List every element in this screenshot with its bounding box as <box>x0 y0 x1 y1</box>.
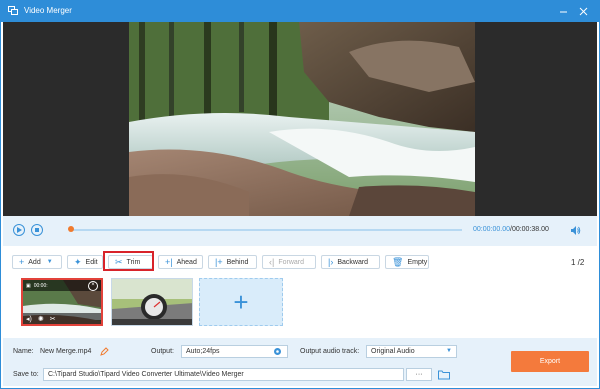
total-time: 00:00:38.00 <box>511 226 549 233</box>
minimize-icon <box>559 11 567 12</box>
film-icon: ▣ <box>26 282 31 289</box>
clip-duration: 00:00: <box>33 282 48 289</box>
volume-icon[interactable] <box>570 225 581 236</box>
empty-label: Empty <box>407 258 428 266</box>
save-path-value: C:\Tipard Studio\Tipard Video Converter … <box>48 371 244 378</box>
trim-highlight-box <box>103 251 154 271</box>
video-preview <box>3 22 597 216</box>
page-indicator: 1 /2 <box>571 258 585 267</box>
current-time: 00:00:00.00 <box>473 226 510 233</box>
insert-ahead-icon: +| <box>165 256 173 267</box>
browse-label: ··· <box>415 371 423 378</box>
minimize-button[interactable] <box>556 4 570 18</box>
empty-button[interactable]: 🗑 Empty <box>385 255 429 269</box>
ahead-button[interactable]: +| Ahead <box>158 255 203 269</box>
chevron-down-icon: ▼ <box>46 259 53 265</box>
audio-track-label: Output audio track: <box>300 348 360 355</box>
edit-label: Edit <box>85 258 98 266</box>
audio-track-select[interactable]: Original Audio ▼ <box>366 345 457 358</box>
clip-thumbnail[interactable]: ▣ 00:00: × ◂) ✺ ✂ <box>21 278 103 326</box>
window-title: Video Merger <box>24 6 72 15</box>
effect-icon[interactable]: ✺ <box>38 315 44 323</box>
preview-frame <box>129 22 475 216</box>
playback-controls: 00:00:00.00/00:00:38.00 <box>3 216 597 246</box>
clip-thumbnail[interactable] <box>111 278 193 326</box>
pencil-icon[interactable] <box>100 347 109 356</box>
behind-button[interactable]: |+ Behind <box>208 255 257 269</box>
scissors-icon[interactable]: ✂ <box>50 315 56 323</box>
app-icon <box>8 6 18 15</box>
name-value: New Merge.mp4 <box>40 348 92 355</box>
backward-label: Backward <box>337 258 369 266</box>
clip-image <box>112 279 192 325</box>
folder-icon[interactable] <box>438 369 450 380</box>
stop-button[interactable] <box>31 224 43 236</box>
backward-icon: |› <box>328 256 334 267</box>
clip-actions: ◂) ✺ ✂ <box>23 313 101 324</box>
add-clip-button[interactable]: + <box>199 278 283 326</box>
name-label: Name: <box>13 348 34 355</box>
backward-button[interactable]: |› Backward <box>321 255 380 269</box>
save-to-label: Save to: <box>13 371 39 378</box>
play-button[interactable] <box>13 224 25 236</box>
close-icon[interactable]: × <box>88 281 98 291</box>
title-bar: Video Merger <box>0 0 600 22</box>
save-path-field[interactable]: C:\Tipard Studio\Tipard Video Converter … <box>43 368 404 381</box>
add-label: Add <box>28 258 41 266</box>
magic-wand-icon: ✦ <box>74 256 82 267</box>
output-format-value: Auto;24fps <box>186 348 220 355</box>
forward-icon: ‹| <box>269 256 275 267</box>
progress-handle[interactable] <box>68 226 74 232</box>
progress-track[interactable] <box>70 229 462 231</box>
time-display: 00:00:00.00/00:00:38.00 <box>473 226 549 233</box>
clip-strip: ▣ 00:00: × ◂) ✺ ✂ + <box>3 274 597 334</box>
ahead-label: Ahead <box>176 258 197 266</box>
trash-icon: 🗑 <box>392 256 404 267</box>
play-icon <box>17 227 22 233</box>
export-button[interactable]: Export <box>511 351 589 372</box>
output-format-field[interactable]: Auto;24fps <box>181 345 288 358</box>
plus-icon: + <box>233 286 249 317</box>
output-label: Output: <box>151 348 174 355</box>
add-button[interactable]: + Add ▼ <box>12 255 62 269</box>
close-button[interactable] <box>576 4 590 18</box>
volume-icon[interactable]: ◂) <box>26 315 32 323</box>
export-label: Export <box>539 358 561 365</box>
forward-label: Forward <box>278 258 305 266</box>
forward-button[interactable]: ‹| Forward <box>262 255 316 269</box>
preview-image <box>129 22 475 216</box>
audio-track-value: Original Audio <box>371 348 415 355</box>
edit-button[interactable]: ✦ Edit <box>67 255 103 269</box>
chevron-down-icon: ▼ <box>446 348 452 354</box>
browse-button[interactable]: ··· <box>406 368 432 381</box>
plus-icon: + <box>19 256 25 267</box>
gear-icon[interactable] <box>273 347 282 356</box>
behind-label: Behind <box>226 258 249 266</box>
stop-icon <box>35 228 39 232</box>
insert-behind-icon: |+ <box>215 256 223 267</box>
close-icon <box>579 7 587 15</box>
edit-toolbar: + Add ▼ ✦ Edit ✂ Trim +| Ahead |+ Behind… <box>3 250 597 274</box>
